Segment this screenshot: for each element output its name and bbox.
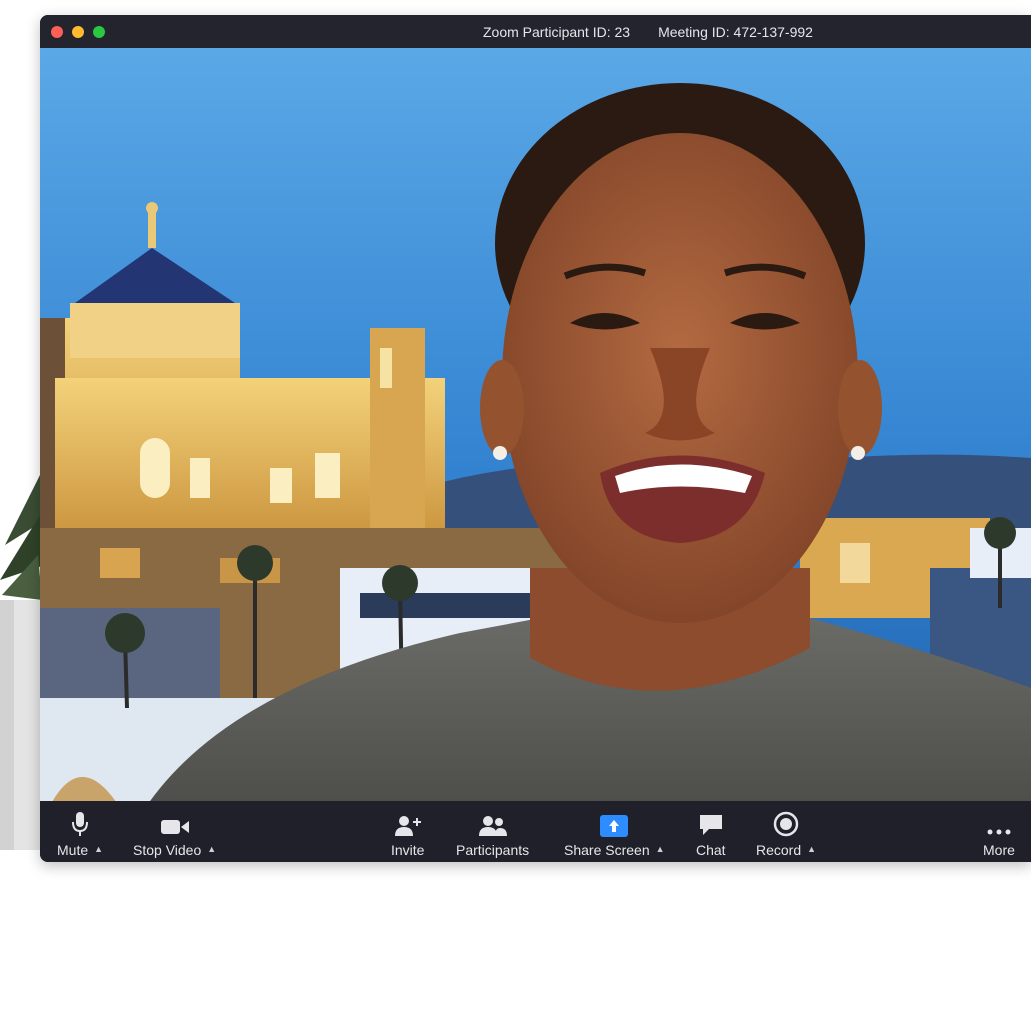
stop-video-label: Stop Video — [133, 842, 202, 858]
record-button[interactable]: Record ▲ — [756, 801, 816, 862]
mute-button[interactable]: Mute ▲ — [57, 801, 103, 862]
participants-button[interactable]: Participants — [456, 801, 529, 862]
meeting-id-label: Meeting ID: 472-137-992 — [658, 23, 813, 40]
stage: Zoom Participant ID: 23 Meeting ID: 472-… — [0, 0, 1031, 1031]
chat-label: Chat — [696, 842, 726, 858]
share-screen-button[interactable]: Share Screen ▲ — [564, 801, 665, 862]
share-screen-label: Share Screen — [564, 842, 650, 858]
video-camera-icon — [160, 807, 190, 837]
invite-label: Invite — [391, 842, 425, 858]
chat-bubble-icon — [698, 807, 724, 837]
window-controls — [51, 25, 105, 38]
title-bar: Zoom Participant ID: 23 Meeting ID: 472-… — [40, 15, 1031, 48]
video-scene — [40, 48, 1031, 816]
share-options-caret-icon[interactable]: ▲ — [656, 844, 665, 854]
add-person-icon — [394, 807, 422, 837]
participants-label: Participants — [456, 842, 530, 858]
mute-label: Mute — [57, 842, 89, 858]
record-icon — [773, 807, 799, 837]
zoom-window: Zoom Participant ID: 23 Meeting ID: 472-… — [40, 15, 1031, 862]
invite-button[interactable]: Invite — [391, 801, 424, 862]
share-screen-icon — [600, 807, 629, 837]
stop-video-button[interactable]: Stop Video ▲ — [133, 801, 216, 862]
meeting-info: Zoom Participant ID: 23 Meeting ID: 472-… — [483, 15, 813, 48]
meeting-toolbar: Mute ▲ Stop Video ▲ Invite Participants … — [40, 801, 1031, 862]
mute-options-caret-icon[interactable]: ▲ — [94, 844, 103, 854]
people-icon — [478, 807, 508, 837]
chat-button[interactable]: Chat — [696, 801, 726, 862]
video-options-caret-icon[interactable]: ▲ — [207, 844, 216, 854]
close-window-button[interactable] — [51, 25, 63, 38]
maximize-window-button[interactable] — [93, 25, 105, 38]
more-label: More — [983, 842, 1015, 858]
record-options-caret-icon[interactable]: ▲ — [807, 844, 816, 854]
minimize-window-button[interactable] — [72, 25, 84, 38]
record-label: Record — [756, 842, 802, 858]
more-button[interactable]: More — [983, 801, 1015, 862]
participant-id-label: Zoom Participant ID: 23 — [483, 23, 631, 40]
microphone-icon — [71, 807, 89, 837]
ellipsis-icon — [986, 807, 1012, 837]
video-feed — [40, 48, 1031, 816]
